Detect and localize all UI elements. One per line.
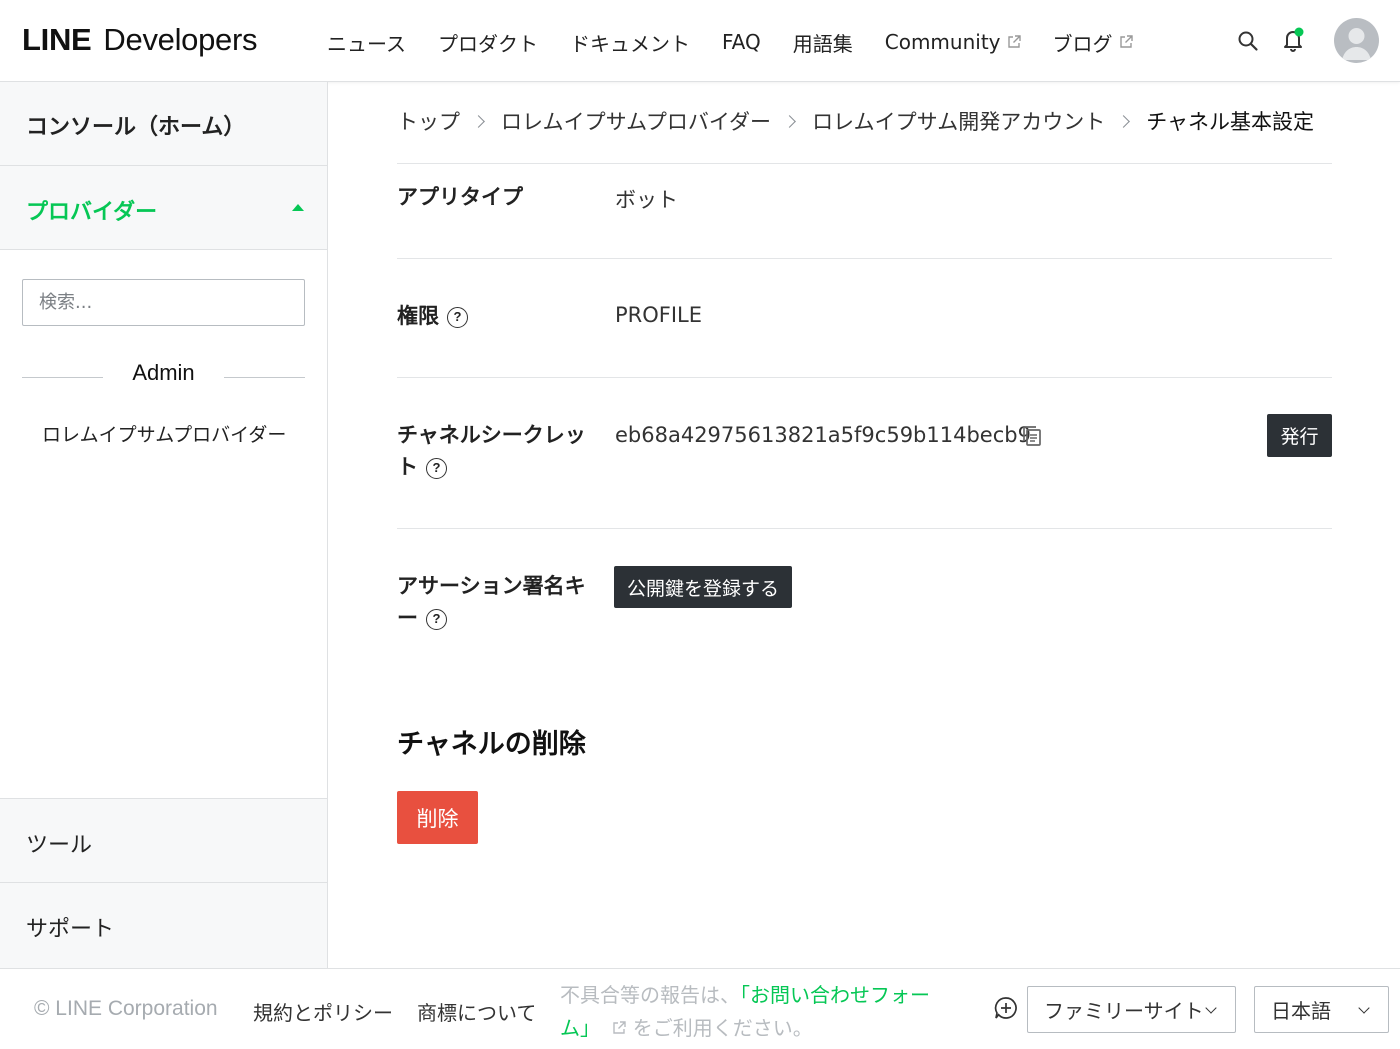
chevron-down-icon <box>1205 1002 1217 1014</box>
main-content: トップ ロレムイプサムプロバイダー ロレムイプサム開発アカウント チャネル基本設… <box>328 82 1400 968</box>
terms-link[interactable]: 規約とポリシー <box>253 997 393 1026</box>
breadcrumb-account[interactable]: ロレムイプサム開発アカウント <box>812 106 1105 136</box>
delete-channel-title: チャネルの削除 <box>397 729 586 760</box>
nav-products[interactable]: プロダクト <box>438 28 538 57</box>
external-link-icon <box>1119 35 1133 48</box>
assertion-signing-key-label: アサーション署名キ ー? <box>397 574 586 630</box>
nav-community[interactable]: Community <box>885 30 1021 54</box>
sidebar-console-home-label: コンソール（ホーム） <box>26 115 246 140</box>
top-header: LINE Developers ニュース プロダクト ドキュメント FAQ 用語集… <box>0 0 1400 82</box>
permissions-value: PROFILE <box>615 303 703 327</box>
permissions-label: 権限? <box>397 300 468 332</box>
divider <box>397 258 1332 259</box>
divider <box>397 377 1332 378</box>
logo-line-text: LINE <box>22 22 92 57</box>
issue-secret-button[interactable]: 発行 <box>1267 414 1332 457</box>
notification-dot <box>1294 27 1304 37</box>
channel-secret-label: チャネルシークレッ ト? <box>397 423 586 479</box>
chevron-right-icon <box>783 114 796 128</box>
app-type-label: アプリタイプ <box>397 185 523 209</box>
copy-icon[interactable] <box>1020 424 1044 448</box>
help-icon[interactable]: ? <box>426 457 447 479</box>
provider-search-input[interactable] <box>22 279 305 326</box>
breadcrumb-top[interactable]: トップ <box>397 106 460 136</box>
sidebar-providers-toggle[interactable]: プロバイダー <box>0 166 327 250</box>
breadcrumb: トップ ロレムイプサムプロバイダー ロレムイプサム開発アカウント チャネル基本設… <box>397 106 1314 136</box>
breadcrumb-provider[interactable]: ロレムイプサムプロバイダー <box>501 106 771 136</box>
divider-line <box>224 377 305 378</box>
divider <box>397 528 1332 529</box>
chevron-right-icon <box>472 114 485 128</box>
channel-secret-value: eb68a42975613821a5f9c59b114becb9 <box>615 423 1031 447</box>
sidebar-tools-label: ツール <box>26 833 93 858</box>
bell-icon[interactable] <box>1280 27 1306 53</box>
nav-documents[interactable]: ドキュメント <box>570 28 690 57</box>
nav-blog[interactable]: ブログ <box>1053 28 1133 57</box>
trademark-link[interactable]: 商標について <box>417 997 536 1026</box>
line-developers-logo[interactable]: LINE Developers <box>22 22 258 58</box>
chevron-right-icon <box>1117 114 1131 128</box>
external-link-icon <box>1007 35 1021 48</box>
nav-faq[interactable]: FAQ <box>722 30 761 54</box>
register-public-key-button[interactable]: 公開鍵を登録する <box>614 566 792 608</box>
help-icon[interactable]: ? <box>426 608 447 630</box>
sidebar-tools[interactable]: ツール <box>0 798 327 883</box>
logo-developers-text: Developers <box>103 22 258 57</box>
sidebar-providers-label: プロバイダー <box>26 200 158 225</box>
sidebar-support[interactable]: サポート <box>0 883 327 968</box>
caret-up-icon <box>292 204 304 211</box>
language-select[interactable]: 日本語 <box>1254 986 1389 1033</box>
main-nav: ニュース プロダクト ドキュメント FAQ 用語集 Community ブログ <box>327 27 1133 57</box>
app-type-value: ボット <box>615 188 678 212</box>
search-icon[interactable] <box>1235 28 1261 54</box>
group-label-admin: Admin <box>132 360 195 385</box>
sidebar-console-home[interactable]: コンソール（ホーム） <box>0 82 327 166</box>
sidebar-provider-item[interactable]: ロレムイプサムプロバイダー <box>42 420 286 447</box>
avatar[interactable] <box>1334 18 1379 63</box>
nav-glossary[interactable]: 用語集 <box>793 28 853 57</box>
sidebar: コンソール（ホーム） プロバイダー Admin ロレムイプサムプロバイダー ツー… <box>0 82 328 968</box>
nav-news[interactable]: ニュース <box>327 28 406 57</box>
delete-channel-button[interactable]: 削除 <box>397 791 478 844</box>
breadcrumb-current: チャネル基本設定 <box>1146 110 1315 134</box>
divider <box>397 163 1332 164</box>
family-site-select[interactable]: ファミリーサイト <box>1027 986 1236 1033</box>
sidebar-support-label: サポート <box>26 917 115 942</box>
group-divider: Admin <box>22 360 305 390</box>
feedback-icon[interactable] <box>994 996 1018 1020</box>
bug-report-note: 不具合等の報告は、「お問い合わせフォー ム」 をご利用ください。 <box>560 983 930 1040</box>
copyright: © LINE Corporation <box>34 997 218 1020</box>
help-icon[interactable]: ? <box>447 306 468 328</box>
external-link-icon <box>613 1021 627 1034</box>
footer: © LINE Corporation 規約とポリシー 商標について 不具合等の報… <box>0 968 1400 1049</box>
chevron-down-icon <box>1358 1002 1370 1014</box>
